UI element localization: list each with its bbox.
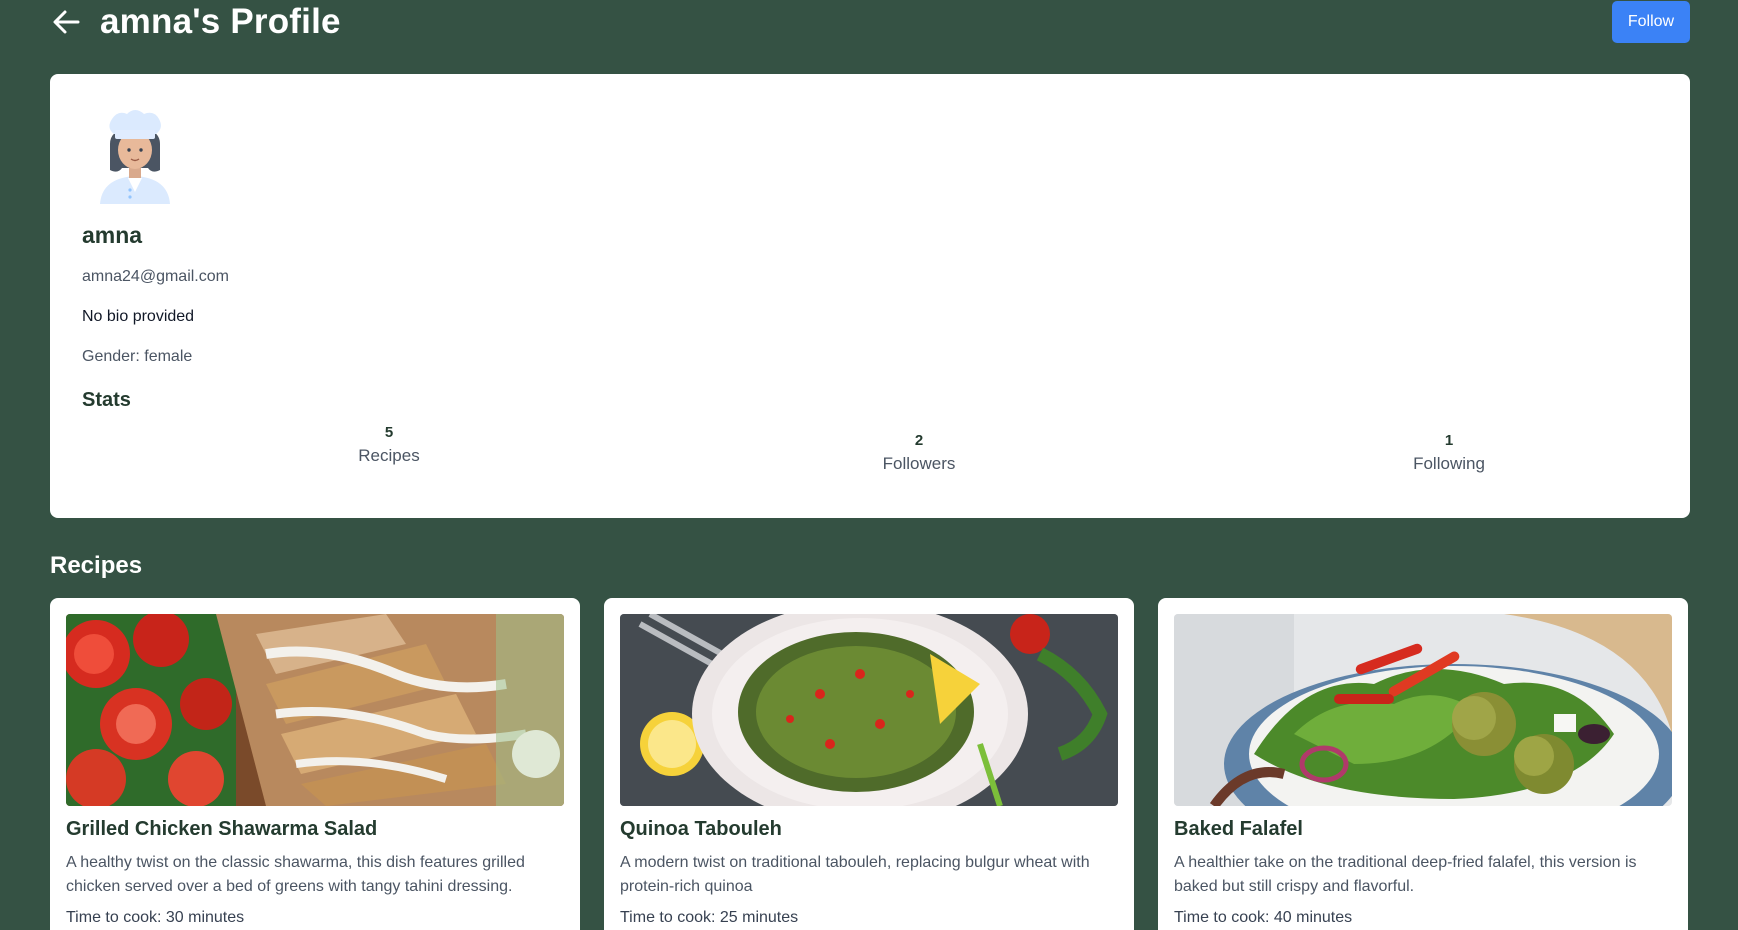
- page-title: amna's Profile: [100, 2, 341, 41]
- profile-card: amna amna24@gmail.com No bio provided Ge…: [50, 74, 1690, 518]
- stat-value: 5: [384, 424, 394, 441]
- recipe-title[interactable]: Baked Falafel: [1174, 818, 1672, 841]
- page-header: amna's Profile Follow: [50, 0, 1690, 44]
- header-left: amna's Profile: [50, 2, 341, 42]
- recipe-description: A modern twist on traditional tabouleh, …: [620, 854, 1090, 895]
- recipe-image-quinoa-tabouleh[interactable]: [620, 614, 1118, 806]
- recipes-heading: Recipes: [50, 552, 143, 579]
- follow-button[interactable]: Follow: [1612, 1, 1690, 43]
- profile-page: amna's Profile Follow amna amna24@gmail.…: [0, 0, 1738, 930]
- recipe-description: A healthy twist on the classic shawarma,…: [66, 854, 525, 895]
- profile-email: amna24@gmail.com: [82, 268, 229, 285]
- recipe-cook-time: Time to cook: 30 minutes: [66, 909, 245, 926]
- recipe-image-baked-falafel[interactable]: [1174, 614, 1672, 806]
- stat-value: 2: [914, 432, 924, 449]
- recipe-card[interactable]: Quinoa Tabouleh A modern twist on tradit…: [604, 598, 1134, 930]
- back-arrow-icon[interactable]: [50, 6, 82, 38]
- recipe-cook-time: Time to cook: 25 minutes: [620, 909, 799, 926]
- stat-label: Following: [1413, 454, 1485, 473]
- chef-avatar-icon: [94, 104, 176, 204]
- stat-value: 1: [1444, 432, 1454, 449]
- stats-heading: Stats: [82, 389, 131, 411]
- stat-label: Followers: [882, 454, 956, 473]
- profile-gender: Gender: female: [82, 348, 193, 365]
- recipe-title[interactable]: Quinoa Tabouleh: [620, 818, 1118, 841]
- profile-name: amna: [82, 222, 143, 248]
- recipe-card[interactable]: Baked Falafel A healthier take on the tr…: [1158, 598, 1688, 930]
- recipe-image-shawarma-salad[interactable]: [66, 614, 564, 806]
- stat-recipes: 5 Recipes: [289, 424, 489, 466]
- recipe-title[interactable]: Grilled Chicken Shawarma Salad: [66, 818, 564, 841]
- stat-label: Recipes: [358, 446, 420, 465]
- stat-following[interactable]: 1 Following: [1349, 432, 1549, 474]
- stat-followers[interactable]: 2 Followers: [819, 432, 1019, 474]
- recipe-description: A healthier take on the traditional deep…: [1174, 854, 1637, 895]
- recipe-card[interactable]: Grilled Chicken Shawarma Salad A healthy…: [50, 598, 580, 930]
- profile-bio: No bio provided: [82, 308, 195, 325]
- recipe-cook-time: Time to cook: 40 minutes: [1174, 909, 1353, 926]
